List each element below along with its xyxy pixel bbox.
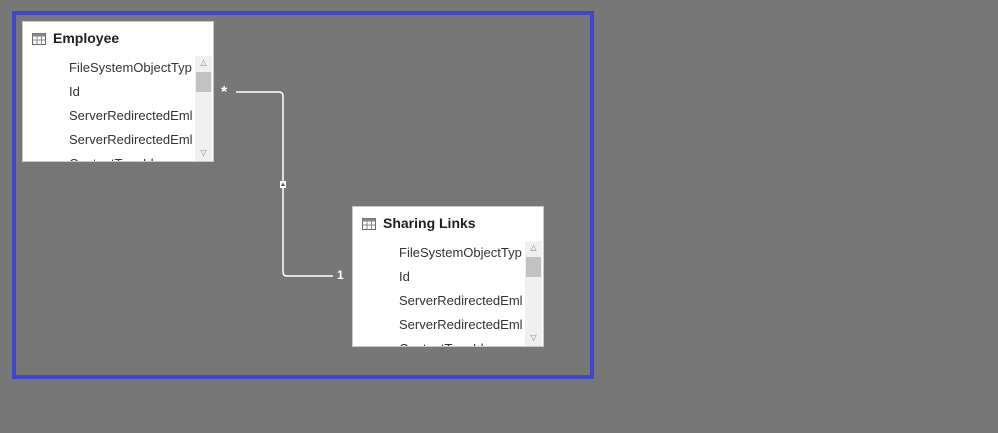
field-item[interactable]: FileSystemObjectTyp [69, 56, 195, 80]
scroll-down-icon[interactable]: ▽ [195, 146, 212, 160]
field-item[interactable]: ServerRedirectedEml [399, 289, 525, 313]
field-item[interactable]: ServerRedirectedEml [69, 104, 195, 128]
field-item[interactable]: Id [69, 80, 195, 104]
field-item[interactable]: FileSystemObjectTyp [399, 241, 525, 265]
field-list: FileSystemObjectTyp Id ServerRedirectedE… [353, 241, 525, 346]
table-icon [362, 218, 376, 230]
field-list-scrollbar[interactable]: △ ▽ [525, 241, 542, 346]
table-card-header[interactable]: Employee [23, 22, 213, 56]
field-item[interactable]: ContentTypeId [69, 152, 195, 161]
cardinality-many-label: * [221, 84, 228, 101]
field-item[interactable]: ServerRedirectedEml [399, 313, 525, 337]
field-item[interactable]: Id [399, 265, 525, 289]
table-card-sharing-links[interactable]: Sharing Links FileSystemObjectTyp Id Ser… [352, 206, 544, 347]
table-title: Employee [53, 30, 120, 46]
field-list: FileSystemObjectTyp Id ServerRedirectedE… [23, 56, 195, 161]
field-item[interactable]: ServerRedirectedEml [69, 128, 195, 152]
table-icon [32, 33, 46, 45]
field-item[interactable]: ContentTypeId [399, 337, 525, 346]
table-title: Sharing Links [383, 215, 476, 231]
scroll-up-icon[interactable]: △ [525, 241, 542, 255]
scroll-down-icon[interactable]: ▽ [525, 331, 542, 345]
cardinality-one-label: 1 [337, 268, 344, 282]
field-list-scrollbar[interactable]: △ ▽ [195, 56, 212, 161]
scroll-up-icon[interactable]: △ [195, 56, 212, 70]
scrollbar-thumb[interactable] [526, 257, 541, 277]
table-card-header[interactable]: Sharing Links [353, 207, 543, 241]
table-card-employee[interactable]: Employee FileSystemObjectTyp Id ServerRe… [22, 21, 214, 162]
scrollbar-thumb[interactable] [196, 72, 211, 92]
